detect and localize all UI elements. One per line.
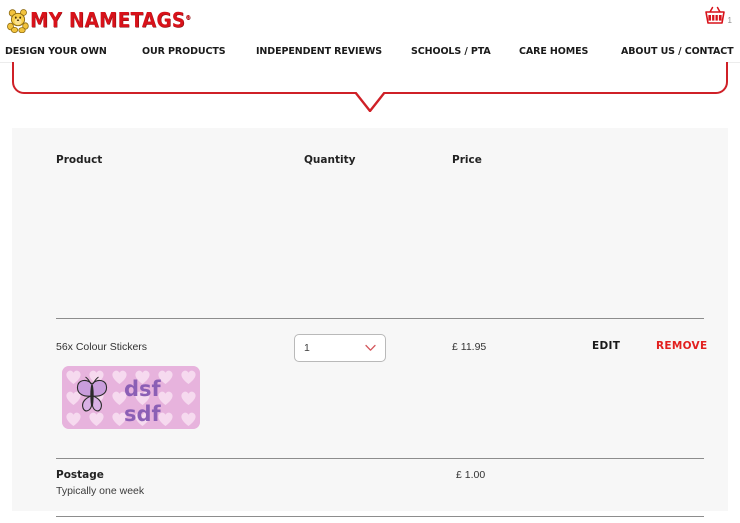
main-navigation: DESIGN YOUR OWN OUR PRODUCTS INDEPENDENT…: [0, 40, 740, 62]
sticker-text-line-2: sdf: [124, 402, 162, 426]
shopping-basket-icon: [704, 6, 725, 24]
nav-item-care-homes[interactable]: CARE HOMES: [519, 46, 588, 57]
cart-button[interactable]: 1: [703, 4, 732, 28]
cart-summary-panel: Product Quantity Price 56x Colour Sticke…: [12, 128, 728, 517]
edit-button[interactable]: EDIT: [592, 340, 620, 352]
logo-registered-mark: ®: [185, 14, 192, 22]
promo-speech-bubble: [0, 62, 740, 112]
table-row: 56x Colour Stickers 1 £ 11.95 EDIT REMOV…: [46, 334, 707, 362]
speech-bubble-body: [12, 62, 728, 94]
remove-button[interactable]: REMOVE: [656, 340, 707, 352]
nav-item-independent-reviews[interactable]: INDEPENDENT REVIEWS: [256, 46, 382, 57]
cart-table-header: Product Quantity Price: [46, 154, 694, 176]
speech-bubble-tail: [355, 92, 385, 112]
cart-count-badge: 1: [727, 16, 732, 25]
logo-wordmark: MY NAMETAGS®: [30, 8, 192, 32]
divider-below-product: [56, 458, 704, 459]
nav-item-design-your-own[interactable]: DESIGN YOUR OWN: [5, 46, 107, 57]
nav-item-about-us-contact[interactable]: ABOUT US / CONTACT: [621, 46, 734, 57]
column-header-quantity: Quantity: [304, 154, 356, 166]
nav-item-schools-pta[interactable]: SCHOOLS / PTA: [411, 46, 491, 57]
postage-row: Postage Typically one week £ 1.00: [56, 469, 704, 497]
column-header-price: Price: [452, 154, 482, 166]
cart-page: MY NAMETAGS® 1 DESIGN YOUR OWN OUR PRODU…: [0, 0, 740, 523]
divider-below-postage: [56, 516, 704, 517]
divider-below-header: [56, 318, 704, 319]
site-logo[interactable]: MY NAMETAGS®: [6, 6, 205, 34]
teddy-bear-icon: [7, 9, 29, 33]
sticker-text-line-1: dsf: [124, 377, 162, 401]
product-thumbnail[interactable]: dsf sdf: [62, 366, 200, 429]
cart-table: Product Quantity Price 56x Colour Sticke…: [46, 128, 707, 517]
sticker-preview-image: dsf sdf: [62, 366, 200, 429]
site-header: MY NAMETAGS® 1: [0, 0, 740, 40]
postage-note: Typically one week: [56, 485, 145, 497]
column-header-product: Product: [56, 154, 103, 166]
row-actions: EDIT REMOVE: [46, 340, 707, 359]
nav-item-our-products[interactable]: OUR PRODUCTS: [142, 46, 226, 57]
postage-price: £ 1.00: [456, 469, 486, 481]
postage-label: Postage: [56, 469, 104, 481]
